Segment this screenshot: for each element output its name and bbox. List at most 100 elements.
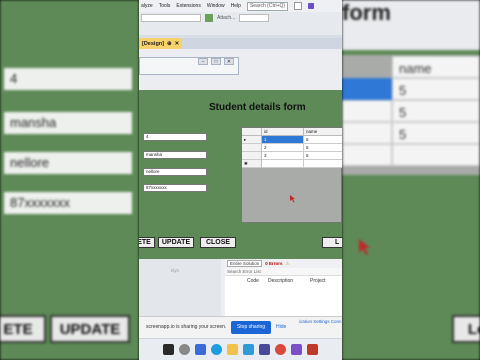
- bg-cursor-icon: [359, 239, 370, 255]
- update-button[interactable]: UPDATE: [158, 237, 194, 248]
- grid-cell[interactable]: 5: [304, 152, 342, 160]
- platform-dropdown[interactable]: [239, 13, 270, 22]
- minimize-icon[interactable]: –: [198, 58, 208, 65]
- maximize-icon[interactable]: □: [211, 58, 221, 65]
- bg-grid-header-name: name: [392, 56, 480, 78]
- grid-cell[interactable]: 1: [262, 136, 304, 144]
- name-field[interactable]: mansha: [143, 151, 207, 159]
- edge-icon[interactable]: [211, 344, 222, 355]
- store-icon[interactable]: [243, 344, 254, 355]
- toolbar-secondary: [139, 23, 342, 35]
- screen-share-bar: ication Settings Conn screenapp.io is sh…: [139, 316, 342, 338]
- column-project[interactable]: Project: [310, 277, 326, 285]
- menu-item-extensions[interactable]: Extensions: [176, 3, 200, 9]
- app-icon[interactable]: [259, 344, 270, 355]
- bg-grid-cell-1: 5: [392, 78, 480, 100]
- row-header[interactable]: [242, 152, 262, 160]
- phone-field[interactable]: 87xxxxxxx: [143, 184, 207, 192]
- teams-icon[interactable]: [195, 344, 206, 355]
- toolbox-label: Dyn: [171, 268, 180, 273]
- bg-grid-cell-2: 5: [392, 100, 480, 122]
- grid-cell[interactable]: 3: [262, 152, 304, 160]
- file-explorer-icon[interactable]: [227, 344, 238, 355]
- background-left: 4 mansha nellore 87xxxxxxx ETE UPDATE: [0, 0, 139, 360]
- menu-item-help[interactable]: Help: [231, 3, 241, 9]
- taskbar: [139, 338, 342, 360]
- column-code[interactable]: Code: [247, 277, 259, 285]
- row-header[interactable]: [242, 144, 262, 152]
- scope-dropdown[interactable]: Entire Solution: [227, 260, 263, 267]
- menu-item-tools[interactable]: Tools: [159, 3, 171, 9]
- background-right: form name 5 5 5 Lo: [342, 0, 480, 360]
- form-title: Student details form: [209, 102, 306, 113]
- error-search-input[interactable]: Search Error List: [225, 268, 342, 276]
- student-grid[interactable]: id name ▸ 1 5 2 5 3 5 ✱: [241, 127, 342, 223]
- row-header[interactable]: ▸: [242, 136, 262, 144]
- search-icon[interactable]: [294, 2, 303, 10]
- close-button[interactable]: CLOSE: [200, 237, 236, 248]
- stop-sharing-button[interactable]: Stop sharing: [231, 321, 271, 334]
- toolbox-pane: Dyn: [139, 259, 221, 316]
- bottom-panels: Dyn Entire Solution 0 Errors ⚠ Search Er…: [139, 259, 342, 316]
- error-list-pane: Entire Solution 0 Errors ⚠ Search Error …: [225, 259, 342, 316]
- attach-button[interactable]: Attach...: [217, 15, 235, 21]
- bg-grid-cell-id-2: [342, 100, 392, 122]
- menu-bar: alyze Tools Extensions Window Help Searc…: [139, 0, 342, 12]
- close-icon[interactable]: ✕: [175, 41, 180, 47]
- delete-button[interactable]: ETE: [139, 237, 155, 248]
- grid-cell[interactable]: 5: [304, 144, 342, 152]
- search-taskbar-icon[interactable]: [179, 344, 190, 355]
- grid-cell[interactable]: [304, 160, 342, 168]
- recorder-icon[interactable]: [307, 344, 318, 355]
- bg-field-id: 4: [4, 68, 132, 90]
- bg-field-phone: 87xxxxxxx: [4, 192, 132, 214]
- bg-grid-cell-4: [392, 144, 480, 166]
- close-window-icon[interactable]: ✕: [224, 58, 234, 65]
- city-field[interactable]: nellore: [143, 168, 207, 176]
- bg-field-name: mansha: [4, 112, 132, 134]
- error-list-toolbar: Entire Solution 0 Errors ⚠: [225, 259, 342, 268]
- hide-button[interactable]: Hide: [276, 324, 286, 330]
- bg-grid-selected-cell: [342, 78, 392, 100]
- grid-cell[interactable]: 2: [262, 144, 304, 152]
- visual-studio-icon[interactable]: [291, 344, 302, 355]
- tab-form-design[interactable]: [Design] ⊕ ✕: [139, 38, 183, 49]
- bg-green-panel: [0, 0, 139, 360]
- bg-grid-cell-3: 5: [392, 122, 480, 144]
- warning-icon[interactable]: ⚠: [286, 261, 290, 267]
- vs-logo-icon: [308, 3, 315, 9]
- start-icon[interactable]: [163, 344, 174, 355]
- screenshot: 4 mansha nellore 87xxxxxxx ETE UPDATE fo…: [0, 0, 480, 360]
- grid-cell[interactable]: [262, 160, 304, 168]
- bg-grid-cell-id-3: [342, 122, 392, 144]
- toolbar: Attach...: [139, 12, 342, 23]
- bg-grid-cell-id-4: [342, 144, 392, 166]
- menu-item-window[interactable]: Window: [207, 3, 225, 9]
- errors-filter[interactable]: 0 Errors: [265, 261, 282, 266]
- grid-header-name[interactable]: name: [304, 128, 342, 136]
- chrome-icon[interactable]: [275, 344, 286, 355]
- config-dropdown[interactable]: [141, 13, 201, 22]
- visual-studio-window: alyze Tools Extensions Window Help Searc…: [139, 0, 342, 360]
- bg-load-button: Lo: [452, 315, 480, 343]
- student-form: Student details form 4 mansha nellore 87…: [139, 90, 342, 260]
- cursor-icon: [290, 195, 295, 203]
- share-right-text: ication Settings Conn: [299, 319, 342, 324]
- search-input[interactable]: Search (Ctrl+Q): [246, 1, 289, 11]
- start-icon[interactable]: [205, 13, 213, 22]
- column-description[interactable]: Description: [268, 277, 293, 285]
- grid-header-id[interactable]: id: [262, 128, 304, 136]
- bg-update-button: UPDATE: [50, 315, 130, 343]
- document-tabs: [Design] ⊕ ✕: [139, 38, 342, 49]
- pin-icon[interactable]: ⊕: [167, 41, 172, 47]
- share-message: screenapp.io is sharing your screen.: [146, 324, 227, 330]
- id-field[interactable]: 4: [143, 133, 207, 141]
- grid-cell[interactable]: 5: [304, 136, 342, 144]
- bg-delete-button: ETE: [0, 315, 46, 343]
- menu-item-analyze[interactable]: alyze: [141, 3, 153, 9]
- tab-label: [Design]: [142, 40, 164, 47]
- load-button[interactable]: L: [322, 237, 342, 248]
- row-header-new[interactable]: ✱: [242, 160, 262, 168]
- grid-corner: [242, 128, 262, 136]
- bg-field-city: nellore: [4, 152, 132, 174]
